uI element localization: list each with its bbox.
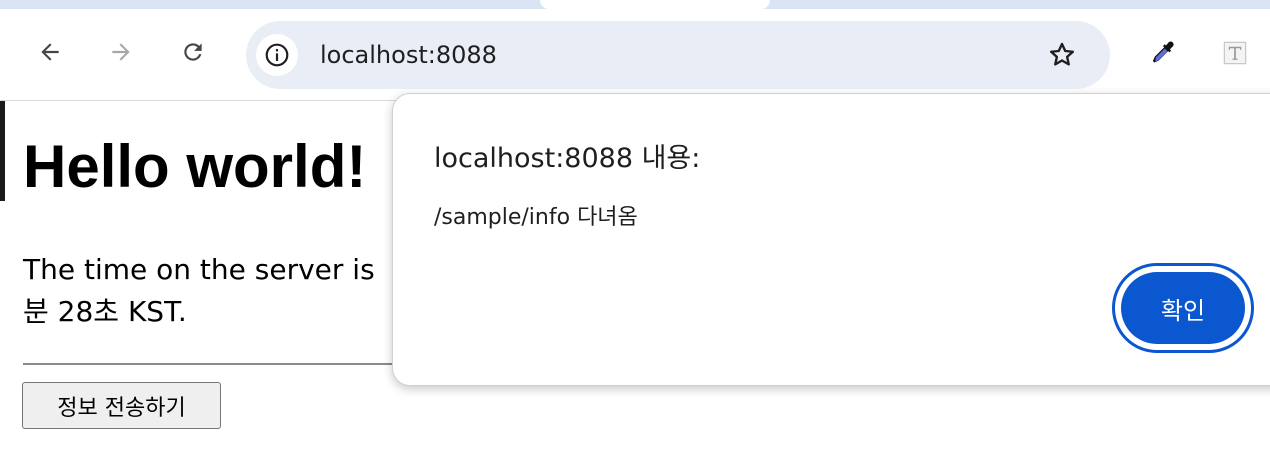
dialog-message: /sample/info 다녀옴 [434, 205, 638, 230]
reload-button[interactable] [176, 35, 210, 69]
back-button[interactable] [33, 35, 67, 69]
forward-button[interactable] [104, 35, 138, 69]
arrow-left-icon [41, 43, 59, 61]
ok-button[interactable]: 확인 [1121, 272, 1245, 344]
star-icon [1049, 42, 1075, 66]
tab-strip [0, 0, 1270, 9]
ok-button-focus-ring: 확인 [1112, 263, 1254, 353]
reload-icon [184, 43, 202, 61]
bookmark-button[interactable] [1044, 37, 1080, 73]
url-text[interactable]: localhost:8088 [320, 41, 497, 69]
eyedropper-extension-button[interactable] [1145, 35, 1181, 71]
browser-toolbar: localhost:8088 [0, 9, 1270, 101]
text-extension-button[interactable] [1217, 35, 1253, 71]
dialog-title: localhost:8088 내용: [434, 143, 701, 174]
page-title: Hello world! [23, 133, 367, 200]
address-bar[interactable]: localhost:8088 [246, 21, 1110, 89]
alert-dialog: localhost:8088 내용: /sample/info 다녀옴 확인 [392, 93, 1270, 386]
browser-window: localhost:8088 Hello world! The time on … [0, 0, 1270, 473]
active-tab[interactable] [540, 0, 770, 9]
text-t-icon [1223, 41, 1247, 65]
site-info-button[interactable] [256, 34, 298, 76]
arrow-right-icon [112, 43, 130, 61]
window-edge [0, 101, 5, 201]
send-info-button[interactable]: 정보 전송하기 [22, 382, 221, 429]
info-icon [265, 43, 289, 67]
eyedropper-icon [1152, 41, 1174, 63]
